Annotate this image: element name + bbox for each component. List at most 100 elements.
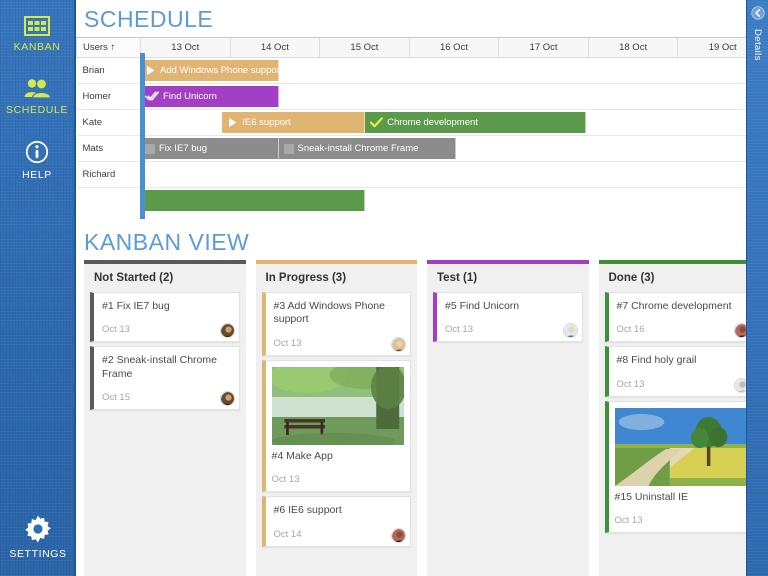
gantt-bar-label: IE6 support xyxy=(242,117,291,128)
gantt-bar[interactable]: Chrome development xyxy=(365,112,586,133)
gantt-lane[interactable] xyxy=(140,161,768,188)
sidebar-item-label-kanban: KANBAN xyxy=(13,41,61,53)
avatar[interactable] xyxy=(219,323,235,339)
kanban-card-title: #7 Chrome development xyxy=(616,300,732,312)
schedule-title: SCHEDULE xyxy=(84,6,214,32)
gantt-bar[interactable]: IE6 support xyxy=(222,112,366,133)
kanban-card[interactable]: #6 IE6 support Oct 14 xyxy=(261,496,411,547)
column-header-date-2[interactable]: 15 Oct xyxy=(319,37,410,58)
kanban-card-title: #6 IE6 support xyxy=(273,504,342,517)
kanban-card[interactable]: #8 Find holy grail Oct 13 xyxy=(604,346,754,397)
kanban-card-date: Oct 16 xyxy=(616,324,645,336)
gantt-bar-label: Sneak-install Chrome Frame xyxy=(297,143,419,154)
app-root: KANBAN SCHEDULE HELP SETTINGS SCHEDULE U… xyxy=(0,0,768,576)
kanban-card[interactable]: #3 Add Windows Phone support Oct 13 xyxy=(261,292,411,356)
play-icon xyxy=(145,65,156,76)
square-icon xyxy=(145,143,155,154)
avatar[interactable] xyxy=(391,336,406,352)
column-header-date-3[interactable]: 16 Oct xyxy=(408,37,500,58)
kanban-card[interactable]: #1 Fix IE7 bug Oct 13 xyxy=(90,292,240,343)
kanban-card[interactable]: #7 Chrome development Oct 16 xyxy=(604,292,754,343)
info-icon xyxy=(25,140,49,164)
gantt-bar[interactable]: Add Windows Phone support xyxy=(140,60,279,81)
column-header-date-5[interactable]: 18 Oct xyxy=(587,37,679,58)
avatar[interactable] xyxy=(562,323,578,339)
sidebar-item-label-help: HELP xyxy=(22,169,52,181)
gantt-bar-label: Fix IE7 bug xyxy=(159,143,208,154)
check-icon xyxy=(370,117,383,128)
users-header-label: Users xyxy=(83,42,108,53)
gantt-bar-label: Add Windows Phone support xyxy=(160,65,279,76)
kanban-column-title: Test (1) xyxy=(437,272,478,284)
kanban-card-title: #3 Add Windows Phone support xyxy=(273,300,386,326)
avatar[interactable] xyxy=(219,391,235,407)
sidebar-item-kanban[interactable]: KANBAN xyxy=(0,6,75,61)
kanban-column-title: Not Started (2) xyxy=(94,272,174,284)
play-icon xyxy=(227,117,238,128)
gantt-bar[interactable] xyxy=(140,190,366,211)
sidebar-item-label-schedule: SCHEDULE xyxy=(6,104,68,116)
column-header-date-4[interactable]: 17 Oct xyxy=(498,37,589,58)
gantt-row: Richard xyxy=(76,161,768,188)
sidebar-item-help[interactable]: HELP xyxy=(0,130,75,189)
people-icon xyxy=(23,77,51,99)
kanban-card-title: #5 Find Unicorn xyxy=(445,300,520,312)
gantt-user-name: Mats xyxy=(76,135,141,162)
gantt-user-name: Richard xyxy=(76,161,141,188)
kanban-card-date: Oct 13 xyxy=(616,378,645,390)
kanban-card-date: Oct 13 xyxy=(271,474,300,486)
left-sidebar: KANBAN SCHEDULE HELP SETTINGS xyxy=(0,0,76,576)
gantt-bar[interactable]: Sneak-install Chrome Frame xyxy=(278,138,456,159)
kanban-column: Test (1) #5 Find Unicorn Oct 13 xyxy=(427,260,589,576)
main-content: SCHEDULE Users ↑ 13 Oct 14 Oct 15 Oct 16… xyxy=(76,0,768,576)
gantt-bar[interactable]: Find Unicorn xyxy=(140,86,279,107)
gear-icon xyxy=(24,515,52,543)
kanban-card-date: Oct 15 xyxy=(102,392,130,404)
kanban-card-title: #15 Uninstall IE xyxy=(614,490,689,503)
kanban-column-title: In Progress (3) xyxy=(265,272,347,284)
kanban-card-title: #2 Sneak-install Chrome Frame xyxy=(102,354,217,380)
details-panel-label: Details xyxy=(752,29,763,61)
kanban-card-date: Oct 13 xyxy=(445,324,473,336)
kanban-card-title: #1 Fix IE7 bug xyxy=(102,300,170,312)
kanban-card[interactable]: #5 Find Unicorn Oct 13 xyxy=(433,292,583,343)
kanban-board: Not Started (2) #1 Fix IE7 bug Oct 13 #2 Sn… xyxy=(76,260,768,576)
kanban-card-title: #8 Find holy grail xyxy=(616,354,697,367)
gantt-user-name: Homer xyxy=(76,83,141,110)
avatar[interactable] xyxy=(391,527,406,543)
kanban-card[interactable]: #15 Uninstall IE Oct 13 xyxy=(604,400,754,534)
kanban-card[interactable]: #4 Make App Oct 13 xyxy=(261,359,411,493)
kanban-card-date: Oct 14 xyxy=(273,528,302,540)
kanban-column: Not Started (2) #1 Fix IE7 bug Oct 13 #2 Sn… xyxy=(84,260,246,576)
gantt-header-row: Users ↑ 13 Oct 14 Oct 15 Oct 16 Oct 17 O… xyxy=(76,37,768,58)
details-panel-tab[interactable]: Details xyxy=(746,0,768,576)
gantt-bar-label: Chrome development xyxy=(387,117,478,128)
kanban-column: In Progress (3) #3 Add Windows Phone supp… xyxy=(255,260,417,576)
kanban-card-date: Oct 13 xyxy=(614,515,643,527)
kanban-column: Done (3) #7 Chrome development Oct 16 #8 Fi… xyxy=(598,260,760,576)
square-icon xyxy=(145,143,155,154)
sidebar-item-settings[interactable]: SETTINGS xyxy=(0,505,76,568)
column-header-date-0[interactable]: 13 Oct xyxy=(140,37,231,58)
gantt-bar-label: Find Unicorn xyxy=(163,91,217,102)
gantt-bar[interactable]: Fix IE7 bug xyxy=(140,138,279,159)
column-header-date-1[interactable]: 14 Oct xyxy=(229,37,321,58)
tree-field-path-photo xyxy=(614,407,747,486)
gantt-user-name: Kate xyxy=(76,109,141,136)
column-header-users[interactable]: Users ↑ xyxy=(76,37,141,58)
kanban-card-title: #4 Make App xyxy=(271,449,333,462)
chevron-left-icon[interactable] xyxy=(750,6,765,25)
check2-icon xyxy=(145,91,159,102)
sidebar-item-label-settings: SETTINGS xyxy=(9,548,67,560)
sidebar-item-schedule[interactable]: SCHEDULE xyxy=(0,67,75,124)
forest-lake-bench-photo xyxy=(271,366,404,445)
square-icon xyxy=(283,143,294,154)
grid-icon xyxy=(24,16,50,36)
square-icon xyxy=(283,143,294,154)
kanban-card-date: Oct 13 xyxy=(273,337,302,349)
gantt-user-name: Brian xyxy=(76,57,141,84)
schedule-gantt-panel: Users ↑ 13 Oct 14 Oct 15 Oct 16 Oct 17 O… xyxy=(76,37,768,219)
today-marker xyxy=(140,53,145,219)
kanban-card-date: Oct 13 xyxy=(102,324,130,336)
kanban-card[interactable]: #2 Sneak-install Chrome Frame Oct 15 xyxy=(90,346,240,411)
